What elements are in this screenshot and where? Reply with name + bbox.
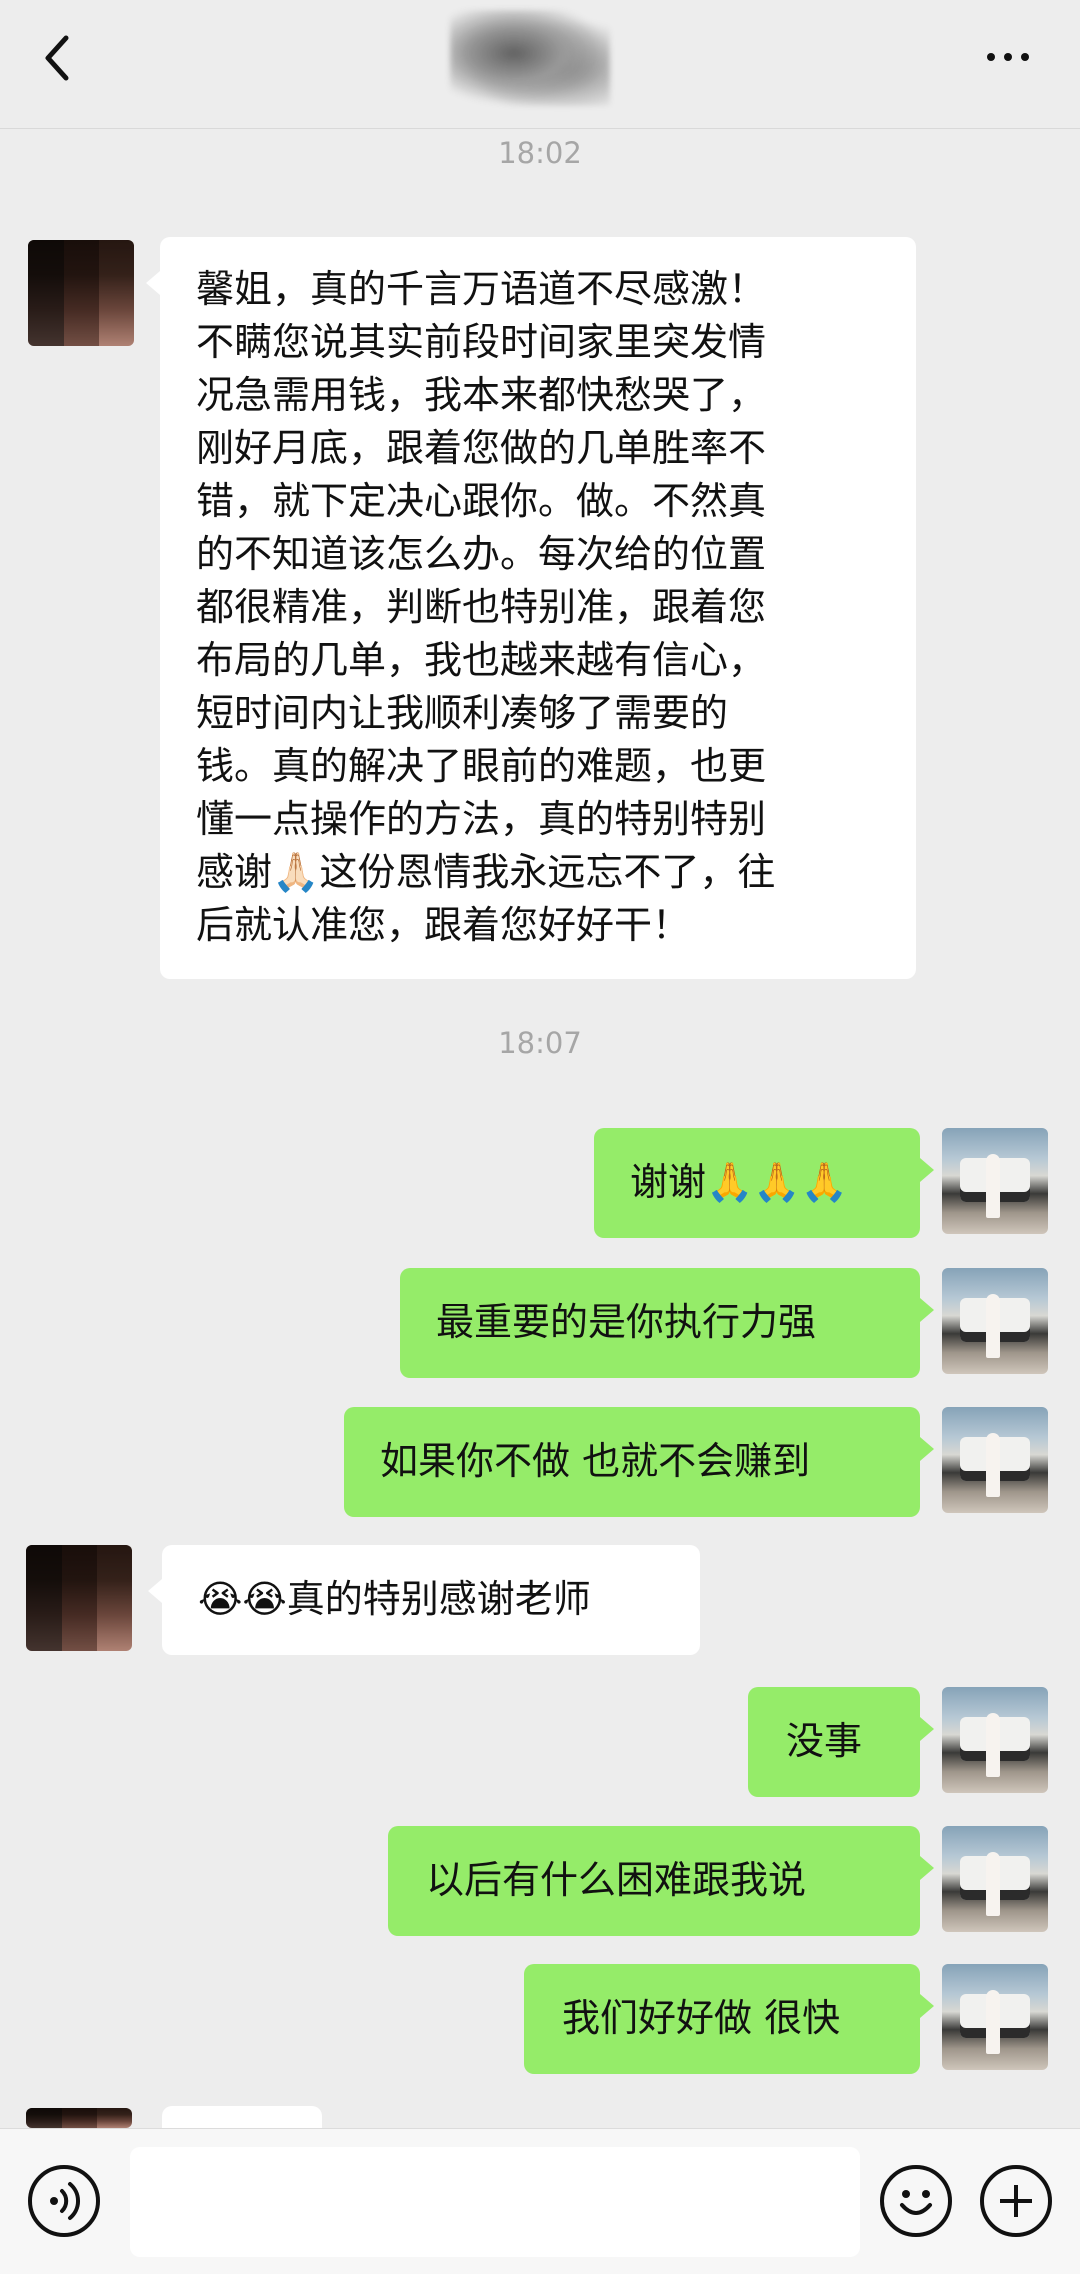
message-bubble-incoming[interactable]: 😭😭真的特别感谢老师: [148, 1545, 700, 1655]
message-bubble-outgoing[interactable]: 最重要的是你执行力强: [400, 1268, 934, 1378]
chat-input-bar: [0, 2128, 1080, 2274]
message-text: 😭😭真的特别感谢老师: [198, 1577, 591, 1621]
plus-button[interactable]: [980, 2165, 1052, 2237]
voice-button[interactable]: [28, 2165, 100, 2237]
back-button[interactable]: [36, 28, 80, 88]
person-graphic: [986, 1713, 1000, 1777]
chat-header: [0, 0, 1080, 129]
contact-name-blurred: [450, 10, 610, 106]
person-graphic: [986, 1990, 1000, 2054]
emoji-button[interactable]: [880, 2165, 952, 2237]
timestamp: 18:02: [498, 136, 582, 170]
person-graphic: [986, 1294, 1000, 1358]
message-text: 如果你不做 也就不会赚到: [380, 1439, 811, 1483]
person-graphic: [986, 1154, 1000, 1218]
person-graphic: [986, 1433, 1000, 1497]
self-avatar[interactable]: [942, 1826, 1048, 1932]
message-bubble-incoming[interactable]: 馨姐，真的千言万语道不尽感激！ 不瞒您说其实前段时间家里突发情 况急需用钱，我本…: [146, 237, 916, 979]
voice-icon: [50, 2182, 81, 2220]
self-avatar[interactable]: [942, 1268, 1048, 1374]
more-dot: [1004, 53, 1012, 61]
contact-avatar[interactable]: [28, 240, 134, 346]
message-bubble-outgoing[interactable]: 我们好好做 很快: [524, 1964, 934, 2074]
self-avatar[interactable]: [942, 1128, 1048, 1234]
message-bubble-outgoing[interactable]: 以后有什么困难跟我说: [388, 1826, 934, 1936]
emoji-icon: [900, 2190, 932, 2215]
message-text: 最重要的是你执行力强: [436, 1300, 817, 1344]
self-avatar[interactable]: [942, 1407, 1048, 1513]
message-bubble-outgoing[interactable]: 没事: [748, 1687, 934, 1797]
person-graphic: [986, 1852, 1000, 1916]
message-bubble-incoming-partial[interactable]: [162, 2106, 322, 2128]
message-text: 我们好好做 很快: [562, 1996, 841, 2040]
message-text: 没事: [786, 1719, 863, 1763]
message-bubble-outgoing[interactable]: 如果你不做 也就不会赚到: [344, 1407, 934, 1517]
more-dot: [1021, 53, 1029, 61]
timestamp: 18:07: [498, 1026, 582, 1060]
more-button[interactable]: [976, 32, 1040, 82]
contact-avatar[interactable]: [26, 1545, 132, 1651]
message-text: 谢谢🙏🙏🙏: [630, 1160, 848, 1204]
chevron-left-icon: [45, 35, 69, 81]
more-dot: [987, 53, 995, 61]
self-avatar[interactable]: [942, 1964, 1048, 2070]
contact-avatar[interactable]: [26, 2108, 132, 2128]
message-input[interactable]: [130, 2147, 860, 2257]
message-bubble-outgoing[interactable]: 谢谢🙏🙏🙏: [594, 1128, 934, 1238]
self-avatar[interactable]: [942, 1687, 1048, 1793]
message-text: 馨姐，真的千言万语道不尽感激！ 不瞒您说其实前段时间家里突发情 况急需用钱，我本…: [196, 267, 776, 947]
message-text: 以后有什么困难跟我说: [426, 1858, 807, 1902]
